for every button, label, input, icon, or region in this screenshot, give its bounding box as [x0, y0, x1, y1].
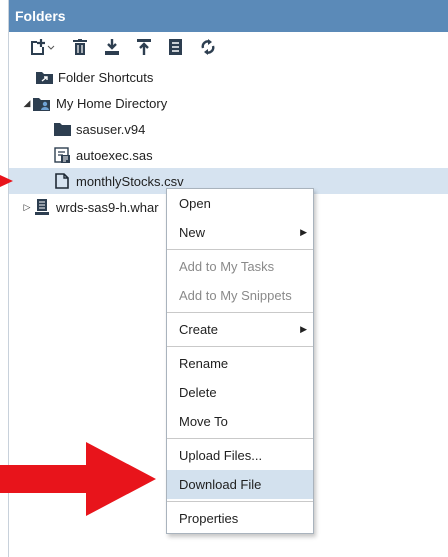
refresh-button[interactable]	[200, 39, 216, 55]
tree-item-label: wrds-sas9-h.whar	[56, 199, 159, 215]
upload-icon	[137, 39, 151, 55]
file-icon	[53, 173, 71, 189]
tree-item-label: autoexec.sas	[76, 147, 153, 163]
properties-icon	[169, 39, 182, 55]
menu-separator	[167, 249, 313, 250]
home-folder-icon	[33, 95, 51, 111]
menu-item-move-to[interactable]: Move To	[167, 407, 313, 436]
menu-separator	[167, 312, 313, 313]
menu-item-delete[interactable]: Delete	[167, 378, 313, 407]
menu-item-upload-files[interactable]: Upload Files...	[167, 441, 313, 470]
tree-item-folder-shortcuts[interactable]: Folder Shortcuts	[9, 64, 448, 90]
folders-toolbar	[9, 32, 448, 62]
menu-item-properties[interactable]: Properties	[167, 504, 313, 533]
tree-item-label: My Home Directory	[56, 95, 168, 111]
server-icon	[33, 199, 51, 215]
menu-item-create[interactable]: Create ▶	[167, 315, 313, 344]
menu-item-open[interactable]: Open	[167, 189, 313, 218]
menu-item-label: New	[179, 225, 206, 240]
sas-program-icon	[53, 147, 71, 163]
new-item-button[interactable]	[31, 39, 55, 55]
tree-item-label: Folder Shortcuts	[58, 69, 154, 85]
tree-item-label: monthlyStocks.csv	[76, 173, 184, 189]
annotation-arrow-small	[0, 175, 13, 187]
collapsed-triangle-icon[interactable]: ▷	[21, 202, 33, 213]
delete-button[interactable]	[73, 39, 87, 55]
submenu-arrow-icon: ▶	[300, 227, 307, 237]
new-item-icon	[31, 39, 55, 55]
menu-item-new[interactable]: New ▶	[167, 218, 313, 247]
menu-item-add-to-my-snippets: Add to My Snippets	[179, 288, 292, 303]
download-icon	[105, 39, 119, 55]
tree-item-my-home-directory[interactable]: ◢ My Home Directory	[9, 90, 448, 116]
tree-item-sasuser[interactable]: sasuser.v94	[9, 116, 448, 142]
tree-item-label: sasuser.v94	[76, 121, 146, 137]
panel-title: Folders	[9, 0, 448, 32]
trash-icon	[73, 39, 87, 55]
properties-button[interactable]	[169, 39, 182, 55]
tree-item-autoexec[interactable]: autoexec.sas	[9, 142, 448, 168]
context-menu: Open New ▶ Add to My Tasks Add to My Sni…	[166, 188, 314, 534]
download-button[interactable]	[105, 39, 119, 55]
menu-item-add-to-my-tasks: Add to My Tasks	[179, 259, 275, 274]
refresh-icon	[201, 39, 215, 55]
expanded-triangle-icon[interactable]: ◢	[21, 98, 33, 109]
menu-item-rename[interactable]: Rename	[167, 349, 313, 378]
menu-separator	[167, 501, 313, 502]
submenu-arrow-icon: ▶	[300, 324, 307, 334]
menu-separator	[167, 346, 313, 347]
annotation-arrow-large	[0, 442, 156, 516]
folder-icon	[53, 121, 71, 137]
folder-shortcut-icon	[35, 69, 53, 85]
menu-item-label: Create	[179, 322, 219, 337]
menu-separator	[167, 438, 313, 439]
menu-item-download-file[interactable]: Download File	[167, 470, 313, 499]
upload-button[interactable]	[137, 39, 151, 55]
